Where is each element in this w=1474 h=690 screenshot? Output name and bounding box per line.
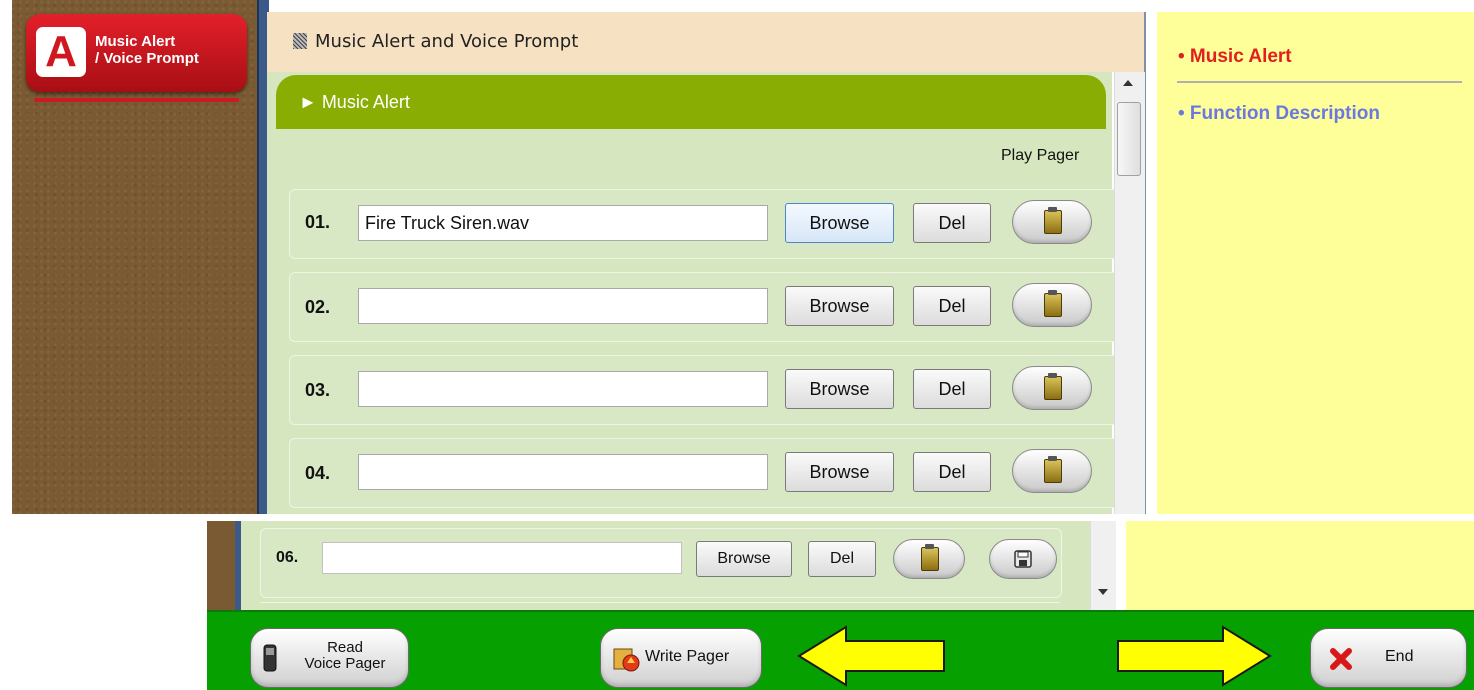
page-title-text: Music Alert and Voice Prompt [315,31,579,52]
scrollbar-thumb[interactable] [1117,102,1141,176]
page-title: Music Alert and Voice Prompt [293,31,578,52]
read-label-line2: Voice Pager [304,655,386,672]
play-pager-button[interactable] [1012,366,1092,410]
file-path-input[interactable] [322,542,682,574]
delete-button[interactable]: Del [913,369,991,409]
delete-button[interactable]: Del [808,541,876,577]
browse-button[interactable]: Browse [785,203,894,243]
arrow-right-annotation [1117,625,1272,687]
browse-button[interactable]: Browse [785,452,894,492]
section-header-music-alert[interactable]: ► Music Alert [276,75,1106,129]
help-item-function-description[interactable]: • Function Description [1178,103,1380,125]
pager-play-icon [1044,456,1062,483]
help-panel [1157,12,1474,514]
help-divider [1177,81,1462,83]
write-pager-button[interactable]: Write Pager [600,628,762,688]
file-path-input[interactable]: Fire Truck Siren.wav [358,205,768,241]
row-number: 06. [276,549,299,566]
scroll-up-icon[interactable] [1123,80,1133,86]
help-item-music-alert[interactable]: • Music Alert [1178,46,1292,68]
arrow-left-annotation [797,625,945,687]
save-icon [1014,550,1032,568]
save-button[interactable] [989,539,1057,579]
browse-button[interactable]: Browse [785,286,894,326]
browse-button[interactable]: Browse [696,541,792,577]
read-label-line1: Read [327,639,363,656]
file-path-input[interactable] [358,371,768,407]
phone-icon [263,644,277,672]
read-voice-pager-button[interactable]: Read Voice Pager [250,628,409,688]
panel-gap [1116,521,1126,610]
left-sidebar [207,521,235,610]
row-number: 01. [305,212,331,232]
write-pager-icon [613,648,640,672]
row-number: 03. [305,380,331,400]
file-path-input[interactable] [358,454,768,490]
app-button-underline [34,98,239,102]
row-number: 04. [305,463,331,483]
play-pager-button[interactable] [893,539,965,579]
play-pager-button[interactable] [1012,200,1092,244]
close-x-icon [1330,648,1352,670]
help-panel [1126,521,1474,610]
app-button-label[interactable]: Music Alert / Voice Prompt [95,33,245,67]
row-number: 02. [305,297,331,317]
delete-button[interactable]: Del [913,286,991,326]
app-button-line2: / Voice Prompt [95,50,199,67]
pager-play-icon [1044,290,1062,317]
play-pager-button[interactable] [1012,449,1092,493]
delete-button[interactable]: Del [913,452,991,492]
end-button[interactable]: End [1310,628,1467,688]
play-pager-column-label: Play Pager [1001,147,1080,164]
pager-play-icon [921,544,939,571]
pager-play-icon [1044,207,1062,234]
grip-icon [293,33,307,49]
section-header-label: ► Music Alert [299,92,410,112]
play-pager-button[interactable] [1012,283,1092,327]
app-a-icon: A [36,27,86,77]
browse-button[interactable]: Browse [785,369,894,409]
pager-play-icon [1044,373,1062,400]
scroll-down-icon[interactable] [1098,589,1108,595]
delete-button[interactable]: Del [913,203,991,243]
write-pager-label: Write Pager [645,648,730,665]
vertical-scrollbar[interactable] [1090,521,1117,610]
app-button-line1: Music Alert [95,33,176,50]
file-path-input[interactable] [358,288,768,324]
end-label: End [1385,648,1414,665]
